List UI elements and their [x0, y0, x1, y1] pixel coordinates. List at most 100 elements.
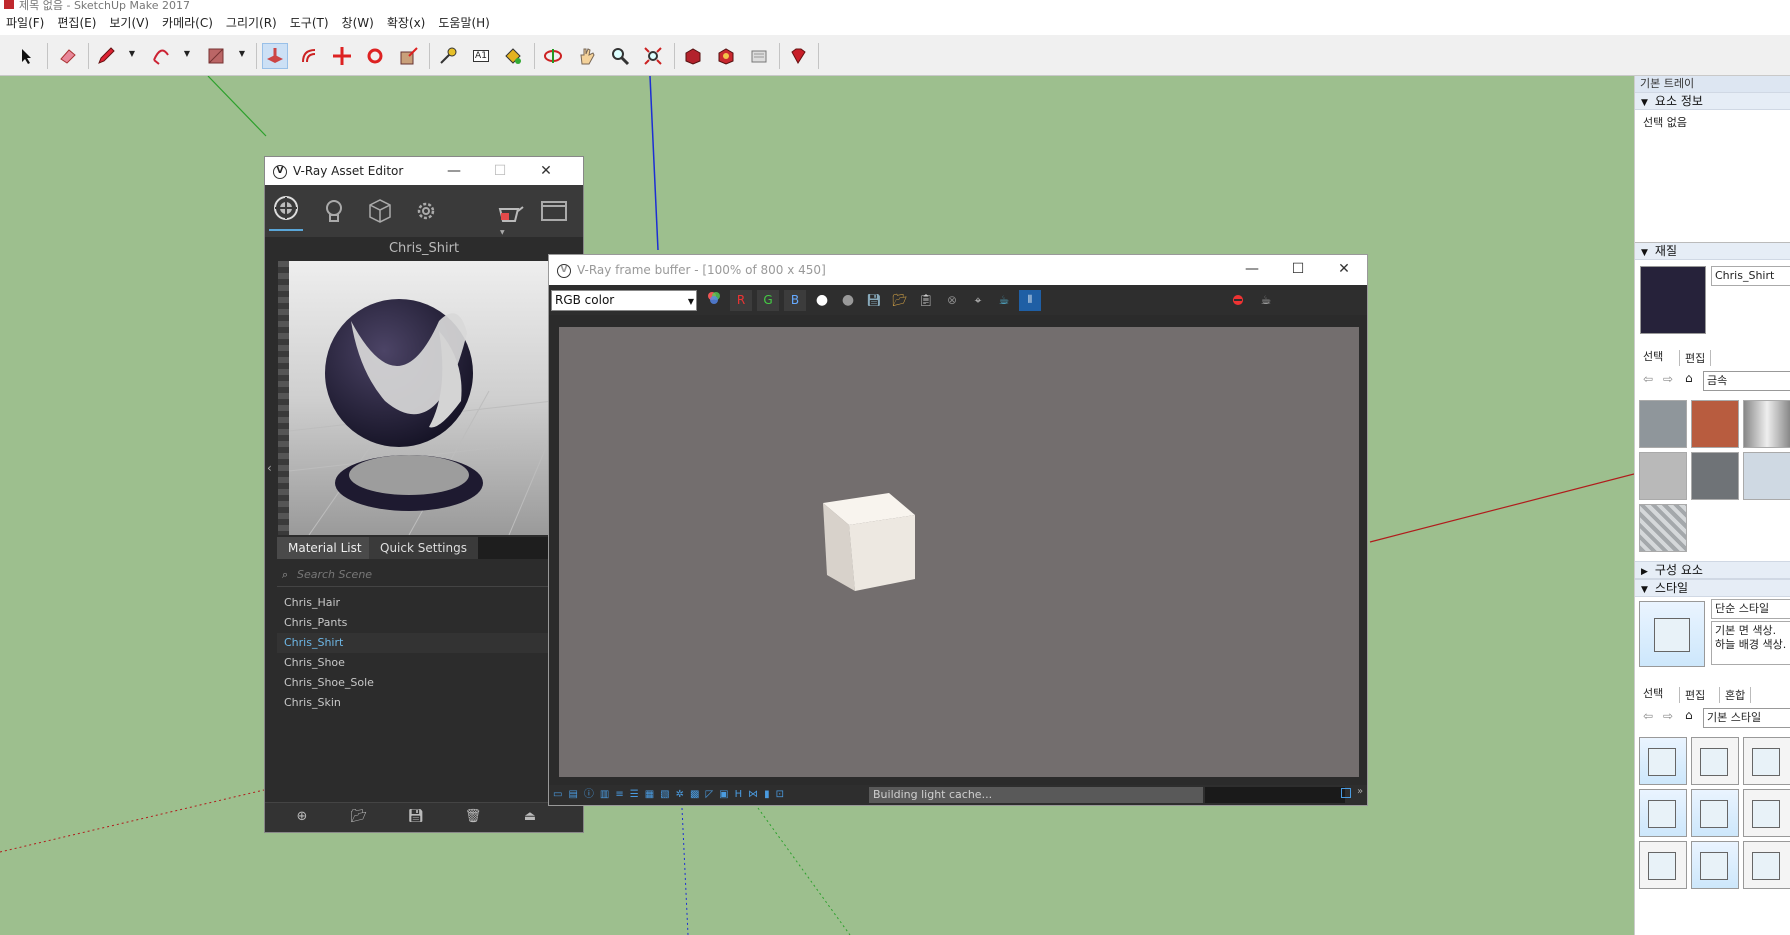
- tab-edit[interactable]: 편집: [1679, 687, 1710, 703]
- styles-header[interactable]: ▼ 스타일: [1635, 579, 1790, 597]
- menu-file[interactable]: 파일(F): [0, 12, 51, 35]
- render-teapot-gray-icon[interactable]: ☕︎: [1255, 290, 1277, 311]
- zoom-extents-tool-icon[interactable]: [640, 43, 666, 69]
- tab-mix[interactable]: 혼합: [1719, 687, 1752, 703]
- curves-icon[interactable]: ≡: [615, 787, 623, 803]
- warehouse-tool-icon[interactable]: [680, 43, 706, 69]
- style-preview[interactable]: [1639, 601, 1705, 667]
- collapse-left-arrow-icon[interactable]: ‹: [267, 461, 272, 475]
- style-thumb[interactable]: [1691, 789, 1739, 837]
- material-thumb[interactable]: [1743, 400, 1790, 448]
- material-name-field[interactable]: Chris_Shirt: [1711, 266, 1790, 286]
- menu-window[interactable]: 창(W): [336, 12, 381, 35]
- close-button[interactable]: ✕: [1321, 255, 1367, 283]
- info-icon[interactable]: ⓘ: [584, 787, 594, 803]
- back-arrow-icon[interactable]: ⇦: [1643, 709, 1653, 723]
- compare-icon[interactable]: ✲: [676, 787, 684, 803]
- tab-edit[interactable]: 편집: [1679, 350, 1712, 366]
- render-teapot-icon[interactable]: ☕︎: [993, 290, 1015, 311]
- menu-view[interactable]: 보기(V): [103, 12, 156, 35]
- orbit-tool-icon[interactable]: [540, 43, 566, 69]
- delete-icon[interactable]: 🗑︎: [462, 809, 484, 827]
- status-icon[interactable]: ▭: [553, 787, 562, 803]
- pan-tool-icon[interactable]: [574, 43, 600, 69]
- geometry-category-icon[interactable]: [363, 194, 397, 228]
- style-thumb[interactable]: [1691, 737, 1739, 785]
- layout-tool-icon[interactable]: [746, 43, 772, 69]
- components-header[interactable]: ▶ 구성 요소: [1635, 561, 1790, 579]
- vfb-title-bar[interactable]: V V-Ray frame buffer - [100% of 800 x 450…: [549, 255, 1367, 285]
- zoom-tool-icon[interactable]: [607, 43, 633, 69]
- add-asset-icon[interactable]: ⊕: [291, 809, 313, 827]
- maximize-button[interactable]: ☐: [477, 157, 523, 185]
- frame-buffer-icon[interactable]: [537, 194, 571, 228]
- menu-camera[interactable]: 카메라(C): [156, 12, 220, 35]
- levels-icon[interactable]: ▥: [600, 787, 609, 803]
- material-swatch[interactable]: [1640, 266, 1706, 334]
- style-thumb[interactable]: [1691, 841, 1739, 889]
- rectangle-dropdown-arrow-icon[interactable]: ▼: [237, 49, 247, 59]
- style-thumb[interactable]: [1743, 737, 1790, 785]
- forward-arrow-icon[interactable]: ⇨: [1663, 709, 1673, 723]
- menu-help[interactable]: 도움말(H): [432, 12, 497, 35]
- material-thumb[interactable]: [1639, 452, 1687, 500]
- forward-arrow-icon[interactable]: ⇨: [1663, 372, 1673, 386]
- text-tool-icon[interactable]: A1: [468, 43, 494, 69]
- alpha-white-icon[interactable]: ●: [811, 290, 833, 311]
- material-thumb[interactable]: [1639, 400, 1687, 448]
- arc-dropdown-arrow-icon[interactable]: ▼: [182, 49, 192, 59]
- ab-compare-icon[interactable]: ⋈: [748, 787, 758, 803]
- select-tool-icon[interactable]: [14, 43, 40, 69]
- menu-tools[interactable]: 도구(T): [284, 12, 336, 35]
- minimize-button[interactable]: —: [1229, 255, 1275, 283]
- region-render-icon[interactable]: ⌖: [967, 290, 989, 311]
- maximize-button[interactable]: ☐: [1275, 255, 1321, 283]
- render-canvas[interactable]: [559, 327, 1359, 777]
- lights-category-icon[interactable]: [317, 194, 351, 228]
- menu-extensions[interactable]: 확장(x): [381, 12, 433, 35]
- back-arrow-icon[interactable]: ⇦: [1643, 372, 1653, 386]
- list-item[interactable]: Chris_Shoe_Sole: [277, 673, 583, 693]
- fit-icon[interactable]: [1341, 788, 1351, 798]
- list-item[interactable]: Chris_Skin: [277, 693, 583, 713]
- scale-tool-icon[interactable]: [396, 43, 422, 69]
- pencil-tool-icon[interactable]: [93, 43, 119, 69]
- clipboard-icon[interactable]: 📋︎: [915, 290, 937, 311]
- material-thumb[interactable]: [1639, 504, 1687, 552]
- render-teapot-icon[interactable]: [493, 194, 527, 228]
- style-description[interactable]: 기본 면 색상. 하늘 배경 색상.: [1711, 621, 1790, 665]
- history-icon[interactable]: ⫼: [1019, 290, 1041, 311]
- home-icon[interactable]: ⌂: [1685, 371, 1693, 385]
- entity-info-header[interactable]: ▼ 요소 정보: [1635, 92, 1790, 110]
- tape-measure-tool-icon[interactable]: [435, 43, 461, 69]
- arc-tool-icon[interactable]: [148, 43, 174, 69]
- style-library-select[interactable]: 기본 스타일: [1703, 708, 1790, 728]
- test-res-icon[interactable]: ▣: [719, 787, 728, 803]
- list-item-selected[interactable]: Chris_Shirt: [277, 633, 583, 653]
- style-thumb[interactable]: [1639, 789, 1687, 837]
- asset-editor-title-bar[interactable]: V V-Ray Asset Editor — ☐ ✕: [265, 157, 583, 185]
- blue-channel-button[interactable]: B: [784, 290, 806, 311]
- lens-effects-icon[interactable]: ▧: [660, 787, 669, 803]
- region-icon[interactable]: ⊡: [776, 787, 784, 803]
- save-image-icon[interactable]: 💾︎: [863, 290, 885, 311]
- bars-icon[interactable]: ▮: [764, 787, 770, 803]
- style-name-field[interactable]: 단순 스타일: [1711, 599, 1790, 619]
- materials-category-icon[interactable]: [269, 187, 303, 231]
- channel-select[interactable]: RGB color ▼: [551, 290, 697, 311]
- paint-bucket-tool-icon[interactable]: [500, 43, 526, 69]
- material-library-select[interactable]: 금속: [1703, 371, 1790, 391]
- rectangle-tool-icon[interactable]: [203, 43, 229, 69]
- style-thumb[interactable]: [1743, 841, 1790, 889]
- purge-icon[interactable]: ⏏: [519, 809, 541, 827]
- expand-down-icon[interactable]: »: [1357, 786, 1363, 797]
- style-thumb[interactable]: [1639, 841, 1687, 889]
- rotate-tool-icon[interactable]: [362, 43, 388, 69]
- tab-quick-settings[interactable]: Quick Settings: [369, 537, 478, 559]
- stats-icon[interactable]: ☰: [630, 787, 639, 803]
- pencil-dropdown-arrow-icon[interactable]: ▼: [127, 49, 137, 59]
- home-icon[interactable]: ⌂: [1685, 708, 1693, 722]
- push-pull-tool-icon[interactable]: [262, 43, 288, 69]
- h-status-label[interactable]: H: [735, 787, 743, 803]
- menu-draw[interactable]: 그리기(R): [220, 12, 284, 35]
